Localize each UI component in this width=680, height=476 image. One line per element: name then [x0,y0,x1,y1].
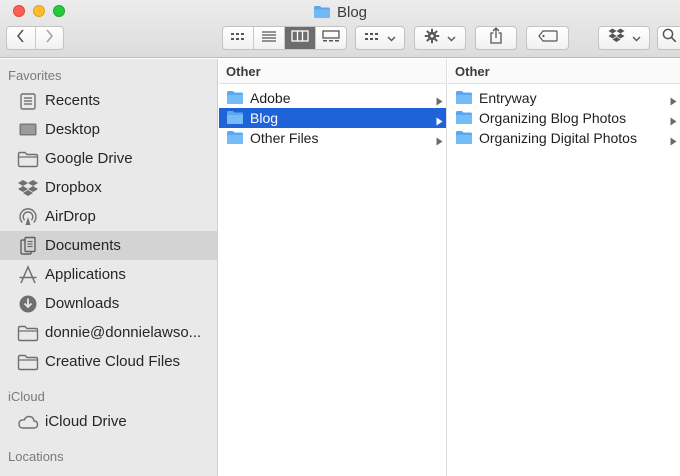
chevron-down-icon [447,29,456,47]
sidebar-item-airdrop[interactable]: AirDrop [0,202,217,231]
column-header: Other [448,59,680,84]
sidebar-item-label: iCloud Drive [45,413,127,430]
folder-name: Organizing Digital Photos [479,130,637,146]
recents-icon [17,90,39,112]
column-header-label: Other [455,64,490,79]
disclosure-arrow-icon [670,133,677,151]
folder-row-organizing-blog-photos[interactable]: Organizing Blog Photos [448,108,680,128]
icon-view-icon [230,29,246,47]
folder-icon [17,148,39,170]
forward-button[interactable] [34,27,64,49]
tag-button[interactable] [526,26,569,50]
column-view-icon [291,29,309,47]
sidebar-item-google-drive[interactable]: Google Drive [0,144,217,173]
browser-column-2: Other Entryway Organizing Blog Photos Or… [448,59,680,476]
folder-icon [455,110,473,130]
sidebar-section-locations: Locations [8,449,64,464]
sidebar-item-desktop[interactable]: Desktop [0,115,217,144]
folder-icon [226,90,244,110]
back-button[interactable] [7,27,35,49]
window-title: Blog [336,3,368,21]
sidebar: Favorites Recents Desktop Google Drive D… [0,59,218,476]
sidebar-item-label: Creative Cloud Files [45,353,181,370]
sidebar-section-icloud: iCloud [8,389,45,404]
tag-icon [537,29,558,47]
gallery-view-button[interactable] [315,27,346,49]
group-by-button[interactable] [355,26,405,50]
share-icon [489,27,503,49]
desktop-icon [17,119,39,141]
window-toolbar: Blog [0,0,680,58]
folder-row-adobe[interactable]: Adobe [219,88,446,108]
sidebar-item-label: donnie@donnielawso... [45,324,202,341]
sidebar-item-label: Downloads [45,295,120,312]
sidebar-section-favorites: Favorites [8,68,62,83]
folder-name: Blog [250,110,279,126]
folder-name: Other Files [250,130,319,146]
folder-name: Organizing Blog Photos [479,110,627,126]
folder-icon [455,90,473,110]
gallery-view-icon [322,29,340,47]
chevron-down-icon [632,29,641,47]
search-button[interactable] [657,26,680,50]
chevron-left-icon [16,28,25,48]
sidebar-item-label: Recents [45,92,101,109]
folder-icon [17,351,39,373]
window-title-bar: Blog [0,2,680,22]
navigation-buttons [6,26,64,50]
sidebar-item-label: AirDrop [45,208,96,225]
cloud-icon [17,411,39,433]
sidebar-item-label: Applications [45,266,126,283]
sidebar-item-applications[interactable]: Applications [0,260,217,289]
downloads-icon [17,293,39,315]
documents-icon [17,235,39,257]
list-view-icon [261,29,277,47]
dropbox-icon [17,177,39,199]
sidebar-item-documents[interactable]: Documents [0,231,217,260]
sidebar-item-label: Documents [45,237,121,254]
folder-icon [455,130,473,150]
action-menu-button[interactable] [414,26,466,50]
group-by-icon [364,29,380,47]
sidebar-item-user-folder[interactable]: donnie@donnielawso... [0,318,217,347]
sidebar-item-recents[interactable]: Recents [0,86,217,115]
folder-icon [226,110,244,130]
view-mode-selector [222,26,347,50]
share-button[interactable] [475,26,517,50]
sidebar-item-dropbox[interactable]: Dropbox [0,173,217,202]
sidebar-item-label: Google Drive [45,150,133,167]
column-header: Other [219,59,446,84]
folder-icon [313,5,331,19]
folder-icon [17,322,39,344]
folder-row-other-files[interactable]: Other Files [219,128,446,148]
gear-icon [424,28,440,49]
folder-row-organizing-digital-photos[interactable]: Organizing Digital Photos [448,128,680,148]
folder-name: Entryway [479,90,537,106]
chevron-down-icon [387,29,396,47]
applications-icon [17,264,39,286]
folder-name: Adobe [250,90,291,106]
folder-icon [226,130,244,150]
folder-row-blog[interactable]: Blog [219,108,446,128]
airdrop-icon [17,206,39,228]
dropbox-icon [608,28,625,48]
browser-column-1: Other Adobe Blog Other Files [219,59,447,476]
chevron-right-icon [45,28,54,48]
sidebar-item-downloads[interactable]: Downloads [0,289,217,318]
column-view-button[interactable] [284,27,315,49]
sidebar-item-creative-cloud-files[interactable]: Creative Cloud Files [0,347,217,376]
dropbox-menu-button[interactable] [598,26,650,50]
sidebar-item-label: Dropbox [45,179,102,196]
sidebar-item-label: Desktop [45,121,101,138]
sidebar-item-icloud-drive[interactable]: iCloud Drive [0,407,217,436]
folder-row-entryway[interactable]: Entryway [448,88,680,108]
icon-view-button[interactable] [223,27,253,49]
disclosure-arrow-icon [436,133,443,151]
search-icon [662,28,677,48]
list-view-button[interactable] [253,27,284,49]
column-header-label: Other [226,64,261,79]
